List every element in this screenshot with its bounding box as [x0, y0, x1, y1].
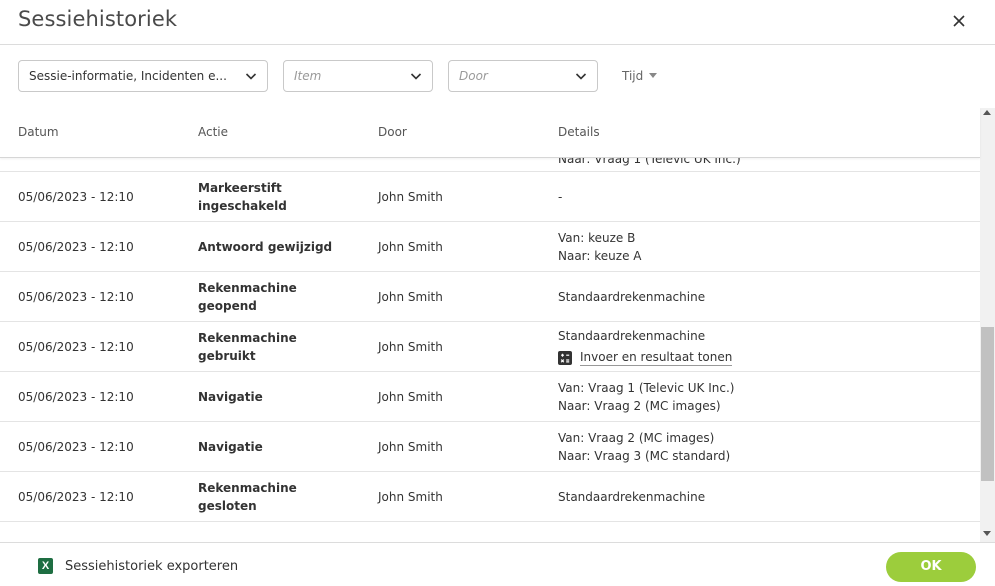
- detail-line: Naar: keuze A: [558, 249, 642, 263]
- row-action: Navigatie: [198, 440, 263, 454]
- column-header-datum: Datum: [18, 125, 59, 139]
- row-details: Van: keuze B Naar: keuze A: [558, 229, 641, 265]
- category-select-value: Sessie-informatie, Incidenten e...: [29, 69, 227, 83]
- detail-line: Naar: Vraag 2 (MC images): [558, 399, 721, 413]
- row-details: Van: Vraag 2 (MC images) Naar: Vraag 3 (…: [558, 429, 730, 465]
- row-by: John Smith: [378, 440, 443, 454]
- column-header-details: Details: [558, 125, 600, 139]
- row-date: 05/06/2023 - 12:10: [18, 490, 134, 504]
- row-details: Standaardrekenmachine Invoer en resultaa…: [558, 327, 733, 366]
- category-select[interactable]: Sessie-informatie, Incidenten e...: [18, 60, 268, 92]
- column-header-actie: Actie: [198, 125, 229, 139]
- detail-line: Van: keuze B: [558, 231, 636, 245]
- dialog-title: Sessiehistoriek: [18, 7, 178, 31]
- row-by: John Smith: [378, 290, 443, 304]
- history-table: Datum Actie Door Details Naar: Vraag 1 (…: [0, 108, 995, 542]
- row-action: Antwoord gewijzigd: [198, 240, 333, 254]
- row-by: John Smith: [378, 340, 443, 354]
- time-sort-label: Tijd: [622, 69, 644, 83]
- column-header-door: Door: [378, 125, 407, 139]
- table-row: 05/06/2023 - 12:10 Navigatie John Smith …: [0, 422, 980, 472]
- detail-line: Standaardrekenmachine: [558, 329, 706, 343]
- detail-line: Standaardrekenmachine: [558, 490, 706, 504]
- chevron-down-icon: [245, 73, 257, 80]
- scroll-down-arrow-icon[interactable]: [983, 531, 991, 536]
- detail-line: Standaardrekenmachine: [558, 290, 706, 304]
- table-row: 05/06/2023 - 12:10 Navigatie John Smith …: [0, 372, 980, 422]
- row-date: 05/06/2023 - 12:10: [18, 290, 134, 304]
- show-calculator-io-link[interactable]: Invoer en resultaat tonen: [558, 349, 733, 366]
- dialog-header: Sessiehistoriek: [0, 0, 995, 45]
- row-details: Standaardrekenmachine: [558, 288, 705, 306]
- chevron-down-icon: [410, 73, 422, 80]
- row-details: -: [558, 188, 562, 206]
- table-row: 05/06/2023 - 12:10 Rekenmachine gesloten…: [0, 472, 980, 522]
- calculator-icon: [558, 350, 572, 365]
- detail-line: Van: Vraag 2 (MC images): [558, 431, 715, 445]
- table-body: Naar: Vraag 1 (Televic UK Inc.) 05/06/20…: [0, 158, 980, 542]
- row-action: Markeerstift ingeschakeld: [198, 181, 287, 213]
- door-select-placeholder: Door: [459, 69, 488, 83]
- table-row: 05/06/2023 - 12:10 Antwoord gewijzigd Jo…: [0, 222, 980, 272]
- item-select[interactable]: Item: [283, 60, 433, 92]
- chevron-down-icon: [575, 73, 587, 80]
- row-action: Rekenmachine gebruikt: [198, 331, 297, 363]
- scrollbar-thumb[interactable]: [981, 327, 994, 481]
- row-by: John Smith: [378, 240, 443, 254]
- scroll-up-arrow-icon[interactable]: [983, 110, 991, 115]
- row-date: 05/06/2023 - 12:10: [18, 240, 134, 254]
- detail-line: Naar: Vraag 1 (Televic UK Inc.): [558, 158, 741, 166]
- excel-icon: X: [38, 558, 53, 574]
- time-sort-button[interactable]: Tijd: [622, 69, 658, 83]
- table-header: Datum Actie Door Details: [0, 108, 980, 158]
- door-select[interactable]: Door: [448, 60, 598, 92]
- row-action: Navigatie: [198, 390, 263, 404]
- row-by: John Smith: [378, 190, 443, 204]
- row-action: Rekenmachine geopend: [198, 281, 297, 313]
- row-action: Rekenmachine gesloten: [198, 481, 297, 513]
- export-history-label: Sessiehistoriek exporteren: [65, 558, 239, 574]
- row-by: John Smith: [378, 390, 443, 404]
- item-select-placeholder: Item: [294, 69, 322, 83]
- row-details: Standaardrekenmachine: [558, 488, 705, 506]
- row-date: 05/06/2023 - 12:10: [18, 340, 134, 354]
- row-details: Van: Vraag 1 (Televic UK Inc.) Naar: Vra…: [558, 379, 734, 415]
- dialog-footer: X Sessiehistoriek exporteren OK: [0, 542, 995, 586]
- row-date: 05/06/2023 - 12:10: [18, 390, 134, 404]
- ok-button[interactable]: OK: [886, 552, 976, 582]
- row-by: John Smith: [378, 490, 443, 504]
- detail-line: Naar: Vraag 3 (MC standard): [558, 449, 731, 463]
- export-history-button[interactable]: X Sessiehistoriek exporteren: [38, 558, 238, 574]
- close-button[interactable]: [947, 9, 971, 33]
- table-row: 05/06/2023 - 12:10 Rekenmachine geopend …: [0, 272, 980, 322]
- table-row: 05/06/2023 - 12:10 Rekenmachine gebruikt…: [0, 322, 980, 372]
- row-date: 05/06/2023 - 12:10: [18, 440, 134, 454]
- table-row: 05/06/2023 - 12:10 Markeerstift ingescha…: [0, 172, 980, 222]
- caret-down-icon: [649, 73, 658, 78]
- filter-bar: Sessie-informatie, Incidenten e... Item …: [0, 60, 995, 92]
- show-calculator-io-label: Invoer en resultaat tonen: [580, 350, 733, 366]
- detail-line: -: [558, 190, 563, 204]
- close-icon: [953, 15, 965, 27]
- detail-line: Van: Vraag 1 (Televic UK Inc.): [558, 381, 735, 395]
- row-date: 05/06/2023 - 12:10: [18, 190, 134, 204]
- table-row-partial: Naar: Vraag 1 (Televic UK Inc.): [0, 158, 980, 172]
- session-history-dialog: Sessiehistoriek Sessie-informatie, Incid…: [0, 0, 995, 586]
- vertical-scrollbar[interactable]: [980, 108, 995, 542]
